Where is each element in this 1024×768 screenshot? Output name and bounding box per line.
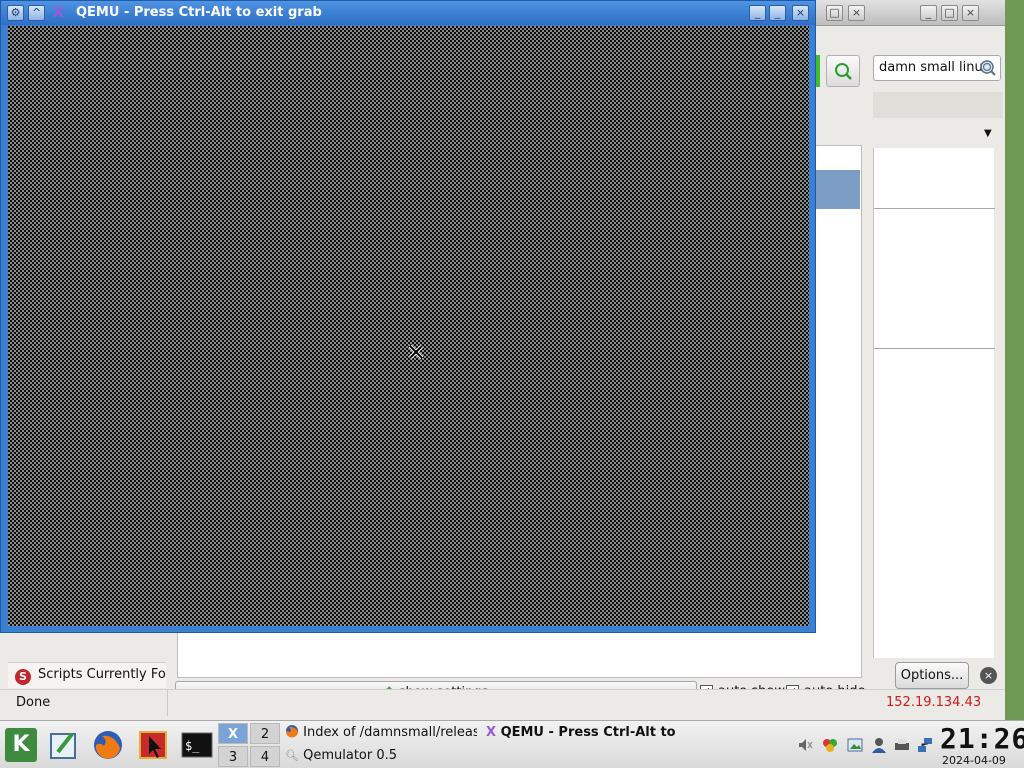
search-input[interactable]: damn small linux — [873, 55, 1001, 81]
window-title: QEMU - Press Ctrl-Alt to exit grab — [76, 5, 322, 20]
pager-desktop-4[interactable]: 4 — [250, 746, 280, 767]
qemulator-list-panel — [812, 145, 862, 678]
page-content — [873, 148, 995, 658]
date: 2024-04-09 — [942, 754, 1006, 767]
x-cursor-icon — [408, 344, 424, 360]
magnifier-icon — [835, 63, 852, 80]
status-divider — [167, 690, 168, 716]
taskbar: K $_ X 2 3 4 Index of /damnsmall/release… — [0, 720, 1024, 768]
taskbar-task[interactable]: 🔍︎ Qemulator 0.5 — [285, 745, 477, 767]
k-menu-button[interactable]: K — [5, 728, 37, 762]
qemu-titlebar[interactable]: ⚙ ^ X QEMU - Press Ctrl-Alt to exit grab… — [1, 1, 815, 25]
content-divider — [874, 208, 995, 209]
noscript-message: Scripts Currently For — [38, 667, 166, 682]
content-divider — [874, 348, 995, 349]
firefox-close-button[interactable]: × — [962, 5, 979, 21]
qemu-display[interactable] — [8, 26, 809, 626]
task-label: Index of /damnsmall/release — [303, 725, 477, 740]
noscript-notification: S Scripts Currently For — [8, 662, 166, 688]
search-go-button[interactable] — [826, 55, 860, 87]
taskbar-task-active[interactable]: X QEMU - Press Ctrl-Alt to — [486, 722, 678, 744]
chevron-down-icon[interactable]: ▼ — [984, 128, 992, 139]
taskbar-task[interactable]: Index of /damnsmall/release — [285, 722, 477, 744]
close-icon[interactable]: × — [980, 667, 997, 684]
pager-desktop-2[interactable]: 2 — [250, 723, 280, 744]
terminal-launcher-icon[interactable]: $_ — [181, 728, 213, 762]
network-icon[interactable] — [917, 737, 933, 753]
pager-desktop-1[interactable]: X — [218, 723, 248, 744]
magnifier-icon: 🔍︎ — [285, 749, 299, 762]
status-bar: Done 152.19.134.43 — [0, 689, 1005, 716]
firefox-maximize-button[interactable]: □ — [941, 5, 958, 21]
firefox-launcher-icon[interactable] — [92, 728, 124, 762]
desktop-pager: X 2 3 4 — [218, 723, 282, 767]
pager-desktop-3[interactable]: 3 — [218, 746, 248, 767]
clock[interactable]: 21:26 — [940, 722, 1024, 755]
task-label: QEMU - Press Ctrl-Alt to — [500, 725, 676, 740]
gems-icon[interactable] — [822, 737, 838, 753]
log-area — [177, 632, 862, 678]
firefox-hidden-maximize-button: □ — [826, 5, 843, 21]
window-menu-button[interactable]: ⚙ — [7, 5, 24, 21]
text-editor-launcher-icon[interactable] — [48, 728, 80, 762]
selected-list-row[interactable] — [812, 170, 860, 209]
image-viewer-icon[interactable] — [847, 737, 863, 753]
search-input-value: damn small linux — [879, 60, 991, 75]
noscript-options-button[interactable]: Options... — [895, 662, 969, 689]
qemu-window: ⚙ ^ X QEMU - Press Ctrl-Alt to exit grab… — [0, 0, 816, 633]
firefox-icon — [285, 725, 298, 738]
qemu-close-button[interactable]: × — [792, 5, 809, 21]
task-label: Qemulator 0.5 — [303, 748, 398, 763]
qemu-minimize-button[interactable]: _ — [769, 5, 786, 21]
x-app-icon: X — [53, 5, 64, 21]
search-icon[interactable] — [979, 59, 997, 77]
bookmarks-toolbar — [873, 92, 1003, 118]
volume-icon[interactable] — [797, 737, 813, 753]
x-app-icon: X — [227, 727, 239, 742]
svg-text:$_: $_ — [185, 739, 200, 753]
url-bar-edge — [816, 55, 820, 87]
firefox-hidden-close-button: × — [848, 5, 865, 21]
x-app-icon: X — [486, 725, 497, 740]
firefox-minimize-button[interactable]: _ — [920, 5, 937, 21]
shade-button[interactable]: ^ — [28, 5, 45, 21]
selection-tool-launcher-icon[interactable] — [137, 728, 169, 762]
status-text: Done — [16, 695, 51, 710]
server-ip: 152.19.134.43 — [886, 695, 982, 710]
user-icon[interactable] — [871, 737, 887, 753]
noscript-icon: S — [15, 669, 31, 685]
qemu-maximize-small-button[interactable]: _ — [749, 5, 766, 21]
printer-icon[interactable] — [894, 737, 910, 753]
